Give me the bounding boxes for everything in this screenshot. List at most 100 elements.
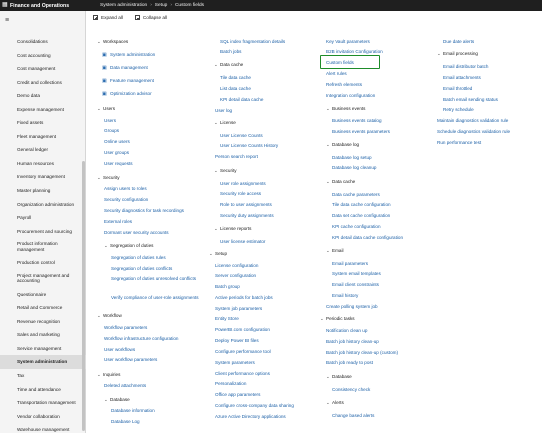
menu-link-user-role-assignments[interactable]: User role assignments [220,181,266,187]
nav-item-expense-management[interactable]: Expense management [0,103,86,117]
group-header-security[interactable]: ⌄ Security [214,168,237,174]
menu-link-user-groups[interactable]: User groups [104,150,129,156]
breadcrumb-item[interactable]: Custom fields [175,3,204,8]
menu-link-email-attachments[interactable]: Email attachments [443,75,481,81]
nav-item-vendor-collaboration[interactable]: Vendor collaboration [0,410,86,424]
menu-link-security-configuration[interactable]: Security configuration [104,197,148,203]
menu-link-kpi-cache-configuration[interactable]: KPI cache configuration [332,224,381,230]
menu-link-database-log-cleanup[interactable]: Database log cleanup [332,165,376,171]
menu-link-segregation-of-duties-unresolved-conflicts[interactable]: Segregation of duties unresolved conflic… [111,276,211,282]
group-header-license[interactable]: ⌄ License [214,120,236,126]
menu-link-maintain-diagnostics-validation-rule[interactable]: Maintain diagnostics validation rule [437,118,508,124]
menu-link-security-role-access[interactable]: Security role access [220,191,261,197]
menu-link-role-to-user-assignments[interactable]: Role to user assignments [220,202,272,208]
menu-link-create-polling-system-job[interactable]: Create polling system job [326,304,378,310]
app-launcher-icon[interactable]: ▦ [2,0,10,11]
menu-link-configure-cross-company-data-sharing[interactable]: Configure cross-company data sharing [215,403,294,409]
menu-link-email-client-constraints[interactable]: Email client constraints [332,282,379,288]
menu-link-server-configuration[interactable]: Server configuration [215,273,256,279]
nav-item-credit-and-collections[interactable]: Credit and collections [0,76,86,90]
group-header-database[interactable]: ⌄ Database [326,374,352,380]
menu-link-run-performance-test[interactable]: Run performance test [437,140,481,146]
nav-item-inventory-management[interactable]: Inventory management [0,170,86,184]
hamburger-menu-icon[interactable]: ≡ [5,17,9,24]
menu-link-integration-configuration[interactable]: Integration configuration [326,93,375,99]
menu-link-list-data-cache[interactable]: List data cache [220,86,251,92]
menu-link-user-log[interactable]: User log [215,108,232,114]
menu-link-business-events-parameters[interactable]: Business events parameters [332,129,390,135]
menu-link-verify-compliance-of-user-role-assignments[interactable]: Verify compliance of user-role assignmen… [111,295,211,301]
menu-link-segregation-of-duties-rules[interactable]: Segregation of duties rules [111,255,166,261]
menu-link-client-performance-options[interactable]: Client performance options [215,371,270,377]
nav-item-questionnaire[interactable]: Questionnaire [0,288,86,302]
group-header-setup[interactable]: ⌄ Setup [209,251,227,257]
menu-link-groups[interactable]: Groups [104,128,119,134]
menu-link-email-parameters[interactable]: Email parameters [332,261,368,267]
group-header-email-processing[interactable]: ⌄ Email processing [437,51,478,57]
workspace-link-data-management[interactable]: ▣ Data management [102,65,148,71]
breadcrumb-item[interactable]: System administration [100,3,147,8]
menu-link-database-log-setup[interactable]: Database log setup [332,155,372,161]
menu-link-workflow-parameters[interactable]: Workflow parameters [104,325,147,331]
nav-item-demo-data[interactable]: Demo data [0,89,86,103]
menu-link-refresh-elements[interactable]: Refresh elements [326,82,362,88]
group-header-security[interactable]: ⌄ Security [97,175,120,181]
workspace-link-optimization-advisor[interactable]: ▣ Optimization advisor [102,91,152,97]
nav-item-payroll[interactable]: Payroll [0,211,86,225]
nav-item-consolidations[interactable]: Consolidations [0,35,86,49]
nav-item-general-ledger[interactable]: General ledger [0,143,86,157]
menu-link-entity-store[interactable]: Entity Store [215,316,239,322]
nav-item-retail-and-commerce[interactable]: Retail and Commerce [0,301,86,315]
nav-item-project-management-and-accounting[interactable]: Project management and accounting [0,270,86,288]
nav-item-transportation-management[interactable]: Transportation management [0,396,86,410]
menu-link-security-duty-assignments[interactable]: Security duty assignments [220,213,274,219]
group-header-database[interactable]: ⌄ Database [104,397,130,403]
menu-link-user-license-counts[interactable]: User License Counts [220,133,263,139]
workspace-link-feature-management[interactable]: ▣ Feature management [102,78,154,84]
menu-link-system-job-parameters[interactable]: System job parameters [215,306,262,312]
menu-link-user-workflows[interactable]: User workflows [104,347,135,353]
menu-link-personalization[interactable]: Personalization [215,381,246,387]
menu-link-system-email-templates[interactable]: System email templates [332,271,381,277]
menu-link-batch-email-sending-status[interactable]: Batch email sending status [443,97,498,103]
menu-link-batch-group[interactable]: Batch group [215,284,240,290]
menu-link-system-parameters[interactable]: System parameters [215,360,255,366]
nav-item-fixed-assets[interactable]: Fixed assets [0,116,86,130]
menu-link-change-based-alerts[interactable]: Change based alerts [332,413,374,419]
menu-link-data-set-cache-configuration[interactable]: Data set cache configuration [332,213,390,219]
menu-link-batch-job-ready-to-post[interactable]: Batch job ready to post [326,360,373,366]
menu-link-batch-jobs[interactable]: Batch jobs [220,49,241,55]
nav-item-fleet-management[interactable]: Fleet management [0,130,86,144]
nav-item-production-control[interactable]: Production control [0,256,86,270]
menu-link-email-history[interactable]: Email history [332,293,358,299]
nav-item-revenue-recognition[interactable]: Revenue recognition [0,315,86,329]
group-header-inquiries[interactable]: ⌄ Inquiries [97,372,120,378]
group-header-email[interactable]: ⌄ Email [326,248,344,254]
breadcrumb-item[interactable]: Setup [155,3,168,8]
menu-link-deleted-attachments[interactable]: Deleted attachments [104,383,146,389]
menu-link-user-workflow-parameters[interactable]: User workflow parameters [104,357,157,363]
menu-link-assign-users-to-roles[interactable]: Assign users to roles [104,186,147,192]
group-header-license-reports[interactable]: ⌄ License reports [214,226,251,232]
nav-item-service-management[interactable]: Service management [0,342,86,356]
menu-link-tile-data-cache[interactable]: Tile data cache [220,75,251,81]
group-header-users[interactable]: ⌄ Users [97,106,115,112]
menu-link-consistency-check[interactable]: Consistency check [332,387,370,393]
group-header-business-events[interactable]: ⌄ Business events [326,106,365,112]
nav-item-tax[interactable]: Tax [0,369,86,383]
menu-link-azure-active-directory-applications[interactable]: Azure Active Directory applications [215,414,286,420]
menu-link-batch-job-history-clean-up[interactable]: Batch job history clean-up [326,339,379,345]
menu-link-dormant-user-security-accounts[interactable]: Dormant user security accounts [104,230,169,236]
menu-link-business-events-catalog[interactable]: Business events catalog [332,118,382,124]
menu-link-license-configuration[interactable]: License configuration [215,263,258,269]
group-header-database-log[interactable]: ⌄ Database log [326,142,359,148]
menu-link-person-search-report[interactable]: Person search report [215,154,258,160]
menu-link-segregation-of-duties-conflicts[interactable]: Segregation of duties conflicts [111,266,172,272]
nav-item-time-and-attendance[interactable]: Time and attendance [0,383,86,397]
menu-link-batch-job-history-clean-up-custom-[interactable]: Batch job history clean-up (custom) [326,350,398,356]
menu-link-kpi-detail-data-cache[interactable]: KPI detail data cache [220,97,263,103]
expand-all-button[interactable]: Expand all [93,15,123,20]
menu-link-database-log[interactable]: Database Log [111,419,140,425]
group-header-data-cache[interactable]: ⌄ Data cache [326,179,355,185]
nav-item-organization-administration[interactable]: Organization administration [0,198,86,212]
